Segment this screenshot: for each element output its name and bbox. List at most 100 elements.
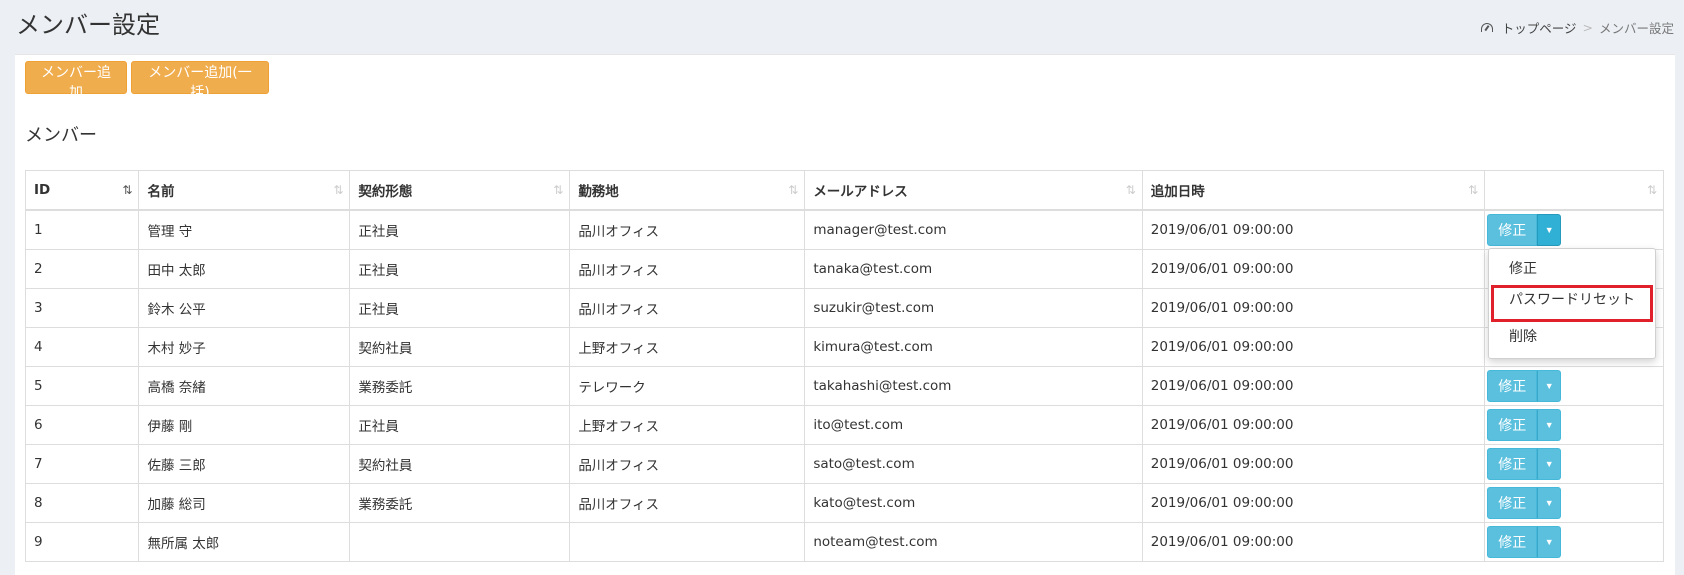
sort-icon: ⇅ [1125, 183, 1136, 197]
dropdown-toggle-button[interactable]: ▼ [1537, 214, 1562, 246]
caret-down-icon: ▼ [1544, 225, 1554, 235]
cell-email: kato@test.com [804, 483, 1143, 523]
breadcrumb-home-link[interactable]: トップページ [1502, 18, 1577, 37]
edit-button[interactable]: 修正 [1487, 487, 1538, 519]
cell-id: 1 [24, 209, 140, 250]
table-row: 2 田中 太郎 正社員 品川オフィス tanaka@test.com 2019/06/01… [24, 249, 1664, 289]
cell-name: 佐藤 三郎 [138, 444, 351, 484]
cell-name: 無所属 太郎 [138, 522, 351, 562]
table-row: 6 伊藤 剛正社員 上野オフィス ito@test.com 2019/06/01 09:… [24, 405, 1664, 445]
dropdown-item-password-reset[interactable]: パスワードリセット [1491, 285, 1653, 322]
column-header-label: 名前 [147, 184, 175, 200]
caret-down-icon: ▼ [1544, 459, 1554, 469]
cell-work-location: 品川オフィス [569, 444, 806, 484]
cell-id: 5 [24, 366, 140, 406]
cell-contract-type: 正社員 [349, 288, 571, 328]
column-header-work-location[interactable]: 勤務地 ⇅ [569, 170, 806, 211]
column-header-actions[interactable]: ⇅ [1484, 170, 1664, 211]
cell-contract-type: 正社員 [349, 249, 571, 289]
cell-work-location: 上野オフィス [569, 405, 806, 445]
cell-work-location: テレワーク [569, 366, 806, 406]
cell-name: 木村 妙子 [138, 327, 351, 367]
add-member-button[interactable]: メンバー追加 [25, 61, 127, 101]
cell-added-at: 2019/06/01 09:00:00 [1141, 288, 1486, 328]
table-row: 7 佐藤 三郎 契約社員 品川オフィス sato@test.com 2019/06/01 … [24, 444, 1664, 484]
table-row: 1 管理 守正社員 品川オフィス manager@test.com 2019/06/01… [24, 209, 1664, 250]
cell-actions: 修正 ▼ [1484, 209, 1664, 250]
dropdown-toggle-button[interactable]: ▼ [1537, 526, 1562, 558]
caret-down-icon: ▼ [1544, 381, 1554, 391]
cell-work-location: 品川オフィス [569, 209, 806, 250]
cell-contract-type [349, 522, 571, 562]
column-header-label: 勤務地 [578, 184, 619, 200]
cell-email: tanaka@test.com [804, 249, 1143, 289]
dropdown-item-edit[interactable]: 修正 [1489, 254, 1655, 285]
cell-id: 9 [24, 522, 140, 562]
cell-work-location: 品川オフィス [569, 288, 806, 328]
dropdown-toggle-button[interactable]: ▼ [1537, 370, 1562, 402]
row-action-dropdown-menu: 修正 パスワードリセット 削除 [1488, 248, 1656, 359]
cell-actions: 修正 ▼ [1484, 522, 1664, 562]
column-header-name[interactable]: 名前 ⇅ [138, 170, 351, 211]
column-header-id[interactable]: ID ⇅ [24, 170, 140, 211]
column-header-contract-type[interactable]: 契約形態 ⇅ [349, 170, 571, 211]
column-header-email[interactable]: メールアドレス ⇅ [804, 170, 1143, 211]
cell-added-at: 2019/06/01 09:00:00 [1141, 327, 1486, 367]
caret-down-icon: ▼ [1544, 537, 1554, 547]
table-row: 8 加藤 総司 業務委託 品川オフィス kato@test.com 2019/06/01 … [24, 483, 1664, 523]
cell-name: 鈴木 公平 [138, 288, 351, 328]
cell-contract-type: 正社員 [349, 209, 571, 250]
cell-id: 8 [24, 483, 140, 523]
column-header-label: ID [34, 182, 51, 198]
edit-button[interactable]: 修正 [1487, 370, 1538, 402]
dashboard-icon [1480, 23, 1493, 32]
cell-added-at: 2019/06/01 09:00:00 [1141, 249, 1486, 289]
breadcrumb: トップページ > メンバー設定 [1480, 18, 1674, 37]
cell-email: noteam@test.com [804, 522, 1143, 562]
edit-button[interactable]: 修正 [1487, 448, 1538, 480]
cell-email: kimura@test.com [804, 327, 1143, 367]
cell-work-location [569, 522, 806, 562]
row-action-button-group: 修正 ▼ [1487, 214, 1562, 246]
table-row: 9 無所属 太郎 noteam@test.com 2019/06/01 09:00:0… [24, 522, 1664, 562]
cell-name: 加藤 総司 [138, 483, 351, 523]
cell-email: ito@test.com [804, 405, 1143, 445]
cell-actions: 修正 ▼ [1484, 405, 1664, 445]
cell-id: 4 [24, 327, 140, 367]
sort-icon: ⇅ [333, 183, 343, 197]
cell-name: 管理 守 [138, 209, 351, 250]
cell-name: 高橋 奈緒 [138, 366, 351, 406]
column-header-label: 契約形態 [358, 184, 413, 200]
table-row: 3 鈴木 公平 正社員 品川オフィス suzukir@test.com 2019/06/0… [24, 288, 1664, 328]
sort-icon: ⇅ [788, 183, 798, 197]
section-title: メンバー [25, 125, 97, 146]
dropdown-toggle-button[interactable]: ▼ [1537, 487, 1562, 519]
cell-email: sato@test.com [804, 444, 1143, 484]
caret-down-icon: ▼ [1544, 498, 1554, 508]
cell-work-location: 上野オフィス [569, 327, 806, 367]
cell-work-location: 品川オフィス [569, 483, 806, 523]
cell-actions: 修正 ▼ [1484, 444, 1664, 484]
bulk-add-member-button[interactable]: メンバー追加(一括) [131, 61, 269, 101]
edit-button[interactable]: 修正 [1487, 526, 1538, 558]
dropdown-item-delete[interactable]: 削除 [1489, 322, 1655, 353]
sort-icon: ⇅ [553, 183, 563, 197]
cell-contract-type: 業務委託 [349, 366, 571, 406]
dropdown-toggle-button[interactable]: ▼ [1537, 448, 1562, 480]
edit-button[interactable]: 修正 [1487, 214, 1538, 246]
cell-added-at: 2019/06/01 09:00:00 [1141, 366, 1486, 406]
sort-icon: ⇅ [1646, 183, 1657, 197]
row-action-button-group: 修正 ▼ [1487, 526, 1562, 558]
cell-added-at: 2019/06/01 09:00:00 [1141, 522, 1486, 562]
row-action-button-group: 修正 ▼ [1487, 487, 1562, 519]
edit-button[interactable]: 修正 [1487, 409, 1538, 441]
cell-email: manager@test.com [804, 209, 1143, 250]
cell-id: 7 [24, 444, 140, 484]
page-title: メンバー設定 [16, 11, 160, 39]
cell-id: 3 [24, 288, 140, 328]
dropdown-toggle-button[interactable]: ▼ [1537, 409, 1562, 441]
column-header-label: メールアドレス [813, 184, 908, 200]
column-header-added-at[interactable]: 追加日時 ⇅ [1141, 170, 1486, 211]
breadcrumb-separator: > [1582, 20, 1593, 35]
caret-down-icon: ▼ [1544, 420, 1554, 430]
